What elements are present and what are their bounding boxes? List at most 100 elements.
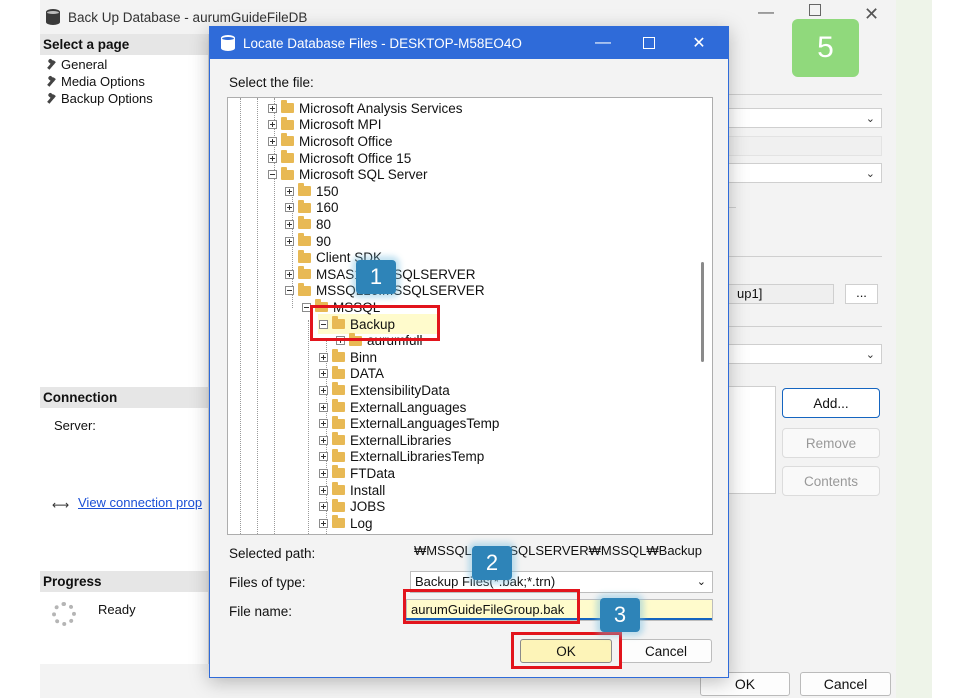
highlight-box-ok — [511, 632, 622, 669]
tree-item[interactable]: ExternalLanguagesTemp — [319, 415, 499, 432]
expand-icon[interactable] — [268, 120, 277, 130]
tree-item-label: Microsoft Office 15 — [299, 150, 412, 166]
tree-item-label: 90 — [316, 233, 332, 249]
tree-item[interactable]: Microsoft MPI — [268, 116, 382, 134]
file-name-label: File name: — [229, 604, 293, 619]
tree-item-label: MSSQL16.MSSQLSERVER — [316, 283, 485, 299]
window-title-bar: Back Up Database - aurumGuideFileDB — [46, 6, 307, 28]
expand-icon[interactable] — [268, 153, 277, 163]
step-badge-5: 5 — [792, 19, 859, 77]
close-icon[interactable]: ✕ — [864, 4, 879, 25]
dialog-title-bar: Locate Database Files - DESKTOP-M58EO4O … — [210, 27, 728, 59]
tree-item[interactable]: 90 — [285, 233, 331, 250]
expand-icon[interactable] — [285, 236, 294, 246]
view-connection-properties-link[interactable]: View connection prop — [78, 495, 202, 510]
expand-icon[interactable] — [285, 203, 294, 213]
tree-item[interactable]: Microsoft Analysis Services — [268, 100, 463, 117]
window-title: Back Up Database - aurumGuideFileDB — [68, 9, 308, 25]
tree-item[interactable]: JOBS — [319, 498, 385, 515]
folder-icon — [332, 515, 345, 529]
expand-icon[interactable] — [319, 352, 328, 362]
expand-icon[interactable] — [285, 269, 294, 279]
destination-field[interactable]: up1] — [728, 284, 834, 304]
expand-icon[interactable] — [319, 419, 328, 429]
page-item-media-options[interactable]: Media Options — [46, 74, 145, 89]
chevron-down-icon: ⌄ — [865, 113, 875, 125]
tree-item[interactable]: Log — [319, 515, 373, 532]
expand-icon[interactable] — [319, 402, 328, 412]
page-item-label: Backup Options — [61, 91, 153, 106]
folder-icon — [281, 133, 294, 147]
expand-icon[interactable] — [268, 136, 277, 146]
tree-item[interactable]: 80 — [285, 216, 331, 233]
maximize-icon[interactable] — [626, 27, 672, 59]
tree-item[interactable]: 150 — [285, 183, 339, 200]
folder-icon — [332, 365, 345, 379]
tree-item[interactable]: DATA — [319, 365, 384, 383]
tree-item[interactable]: ExtensibilityData — [319, 382, 450, 399]
browse-button[interactable]: ... — [845, 284, 878, 304]
connection-icon: ⟷ — [52, 498, 70, 512]
remove-button[interactable]: Remove — [782, 428, 880, 458]
folder-icon — [332, 432, 345, 446]
maximize-icon[interactable] — [809, 4, 821, 16]
tree-item[interactable]: FTData — [319, 465, 395, 482]
expand-icon[interactable] — [319, 485, 328, 495]
folder-icon — [332, 415, 345, 429]
contents-button[interactable]: Contents — [782, 466, 880, 496]
selected-path-label: Selected path: — [229, 546, 316, 561]
tree-scrollbar[interactable] — [701, 262, 704, 362]
expand-icon[interactable] — [319, 435, 328, 445]
expand-icon[interactable] — [319, 452, 328, 462]
expand-icon[interactable] — [319, 385, 328, 395]
add-button[interactable]: Add... — [782, 388, 880, 418]
folder-icon — [281, 150, 294, 164]
divider — [728, 207, 736, 208]
step-badge-2: 2 — [472, 546, 512, 580]
expand-icon[interactable] — [319, 518, 328, 528]
expand-icon[interactable] — [285, 186, 294, 196]
tree-item[interactable]: ExternalLibraries — [319, 432, 451, 449]
window-edge — [896, 0, 932, 698]
tree-item-label: ExternalLanguagesTemp — [350, 416, 500, 432]
expand-icon[interactable] — [319, 468, 328, 478]
wrench-icon — [46, 94, 56, 104]
tree-item[interactable]: Microsoft SQL Server — [268, 166, 428, 183]
tree-item[interactable]: Microsoft Office 15 — [268, 150, 411, 167]
collapse-icon[interactable] — [268, 170, 277, 180]
tree-item-label: 150 — [316, 183, 339, 199]
backup-type-combo[interactable]: ⌄ — [728, 108, 882, 128]
expand-icon[interactable] — [319, 502, 328, 512]
select-page-header: Select a page — [40, 34, 208, 55]
folder-icon — [298, 216, 311, 230]
expand-icon[interactable] — [285, 219, 294, 229]
backup-to-combo[interactable]: ⌄ — [728, 163, 882, 183]
page-item-label: Media Options — [61, 74, 145, 89]
expand-icon[interactable] — [319, 369, 328, 379]
tree-item[interactable]: Binn — [319, 349, 377, 366]
folder-icon — [281, 100, 294, 114]
tree-item[interactable]: Microsoft Office — [268, 133, 393, 150]
page-item-backup-options[interactable]: Backup Options — [46, 91, 153, 106]
tree-item-label: ExternalLibrariesTemp — [350, 449, 485, 465]
tree-item[interactable]: 160 — [285, 199, 339, 217]
minimize-icon[interactable]: — — [758, 4, 774, 22]
collapse-icon[interactable] — [285, 286, 294, 296]
page-item-general[interactable]: General — [46, 57, 107, 72]
folder-icon — [332, 399, 345, 413]
file-tree[interactable]: Microsoft Analysis Services Microsoft MPI… — [227, 97, 713, 535]
close-icon[interactable]: ✕ — [674, 27, 724, 59]
minimize-icon[interactable]: — — [580, 27, 626, 59]
tree-item-label: ExternalLibraries — [350, 432, 452, 448]
expand-icon[interactable] — [268, 103, 277, 113]
tree-item[interactable]: Install — [319, 482, 385, 499]
cancel-button[interactable]: Cancel — [620, 639, 712, 663]
cancel-button[interactable]: Cancel — [800, 672, 891, 696]
tree-item[interactable]: ExternalLibrariesTemp — [319, 448, 485, 466]
wrench-icon — [46, 60, 56, 70]
media-combo[interactable]: ⌄ — [728, 344, 882, 364]
dialog-title: Locate Database Files - DESKTOP-M58EO4O — [243, 35, 522, 51]
tree-item-label: Microsoft Office — [299, 133, 393, 149]
tree-item[interactable]: ExternalLanguages — [319, 399, 466, 416]
destination-list[interactable] — [728, 386, 776, 494]
